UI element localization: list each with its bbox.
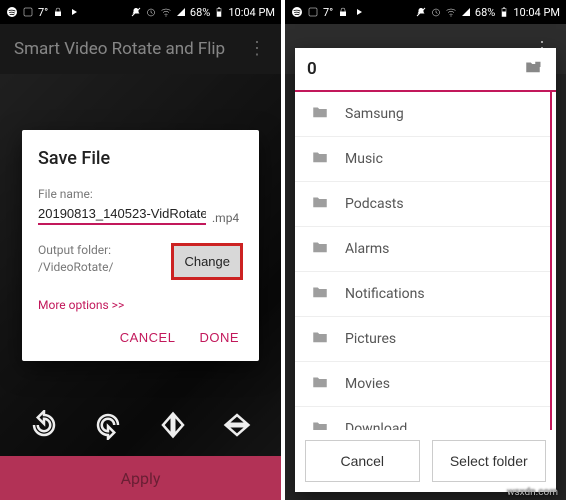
- folder-label: Podcasts: [345, 196, 404, 212]
- temp-icon: [22, 6, 34, 18]
- filename-label: File name:: [38, 187, 243, 201]
- status-temp: 7°: [323, 6, 333, 19]
- lock-icon: [337, 6, 349, 18]
- temp-icon: [307, 6, 319, 18]
- status-battery: 68%: [190, 6, 210, 19]
- change-button[interactable]: Change: [171, 243, 243, 280]
- output-folder-label: Output folder:: [38, 243, 163, 257]
- rotate-ccw-icon[interactable]: [29, 410, 59, 444]
- status-bar: 7° 6: [0, 0, 281, 24]
- picker-select-button[interactable]: Select folder: [432, 440, 547, 482]
- save-file-dialog: Save File File name: .mp4 Output folder:…: [22, 130, 259, 361]
- rotate-cw-icon[interactable]: [93, 410, 123, 444]
- folder-item[interactable]: Samsung: [295, 92, 550, 137]
- spotify-icon: [291, 6, 303, 18]
- done-button[interactable]: DONE: [199, 330, 239, 345]
- status-temp: 7°: [38, 6, 48, 19]
- mute-icon: [130, 6, 142, 18]
- folder-label: Music: [345, 151, 383, 167]
- folder-picker: 0 Samsung Music Podcasts Alarms Not: [295, 48, 556, 492]
- cancel-button[interactable]: CANCEL: [120, 330, 176, 345]
- status-time: 10:04 PM: [228, 6, 275, 19]
- folder-item[interactable]: Podcasts: [295, 182, 550, 227]
- folder-icon: [309, 103, 331, 125]
- folder-item[interactable]: Notifications: [295, 272, 550, 317]
- folder-icon: [309, 418, 331, 430]
- more-options-link[interactable]: More options >>: [38, 298, 124, 312]
- signal-icon: [460, 6, 472, 18]
- folder-item[interactable]: Music: [295, 137, 550, 182]
- status-battery: 68%: [475, 6, 495, 19]
- folder-item[interactable]: Movies: [295, 362, 550, 407]
- folder-label: Samsung: [345, 106, 404, 122]
- folder-icon: [309, 283, 331, 305]
- folder-item[interactable]: Pictures: [295, 317, 550, 362]
- folder-icon: [309, 238, 331, 260]
- wifi-icon: [160, 6, 172, 18]
- status-bar: 7° 68% 10:04 PM: [285, 0, 566, 24]
- folder-label: Pictures: [345, 331, 396, 347]
- flip-vertical-icon[interactable]: [222, 410, 252, 444]
- wifi-icon: [445, 6, 457, 18]
- dialog-title: Save File: [38, 148, 243, 169]
- rotate-toolbar: [0, 402, 281, 452]
- folder-icon: [309, 193, 331, 215]
- lock-icon: [52, 6, 64, 18]
- folder-label: Movies: [345, 376, 390, 392]
- new-folder-icon[interactable]: [522, 58, 544, 80]
- watermark: wsxdn.com: [507, 487, 558, 498]
- filename-ext: .mp4: [212, 211, 239, 225]
- apply-button[interactable]: Apply: [0, 456, 281, 500]
- spotify-icon: [6, 6, 18, 18]
- folder-icon: [309, 373, 331, 395]
- picker-cancel-button[interactable]: Cancel: [305, 440, 420, 482]
- alarm-icon: [430, 6, 442, 18]
- filename-input[interactable]: [38, 204, 206, 225]
- alarm-icon: [145, 6, 157, 18]
- status-time: 10:04 PM: [513, 6, 560, 19]
- folder-item[interactable]: Alarms: [295, 227, 550, 272]
- folder-label: Notifications: [345, 286, 425, 302]
- signal-icon: [175, 6, 187, 18]
- media-icon: [353, 6, 365, 18]
- folder-item[interactable]: Download: [295, 407, 550, 430]
- folder-icon: [309, 148, 331, 170]
- left-screen: 7° 6: [0, 0, 281, 500]
- media-icon: [68, 6, 80, 18]
- battery-icon: [498, 6, 510, 18]
- folder-label: Download: [345, 421, 407, 430]
- output-folder-path: /VideoRotate/: [38, 260, 163, 274]
- flip-horizontal-icon[interactable]: [158, 410, 188, 444]
- breadcrumb[interactable]: 0: [307, 59, 522, 79]
- battery-icon: [213, 6, 225, 18]
- folder-list: Samsung Music Podcasts Alarms Notificati…: [295, 92, 552, 430]
- right-screen: 7° 68% 10:04 PM ⋮: [285, 0, 566, 500]
- mute-icon: [415, 6, 427, 18]
- folder-icon: [309, 328, 331, 350]
- folder-label: Alarms: [345, 241, 389, 257]
